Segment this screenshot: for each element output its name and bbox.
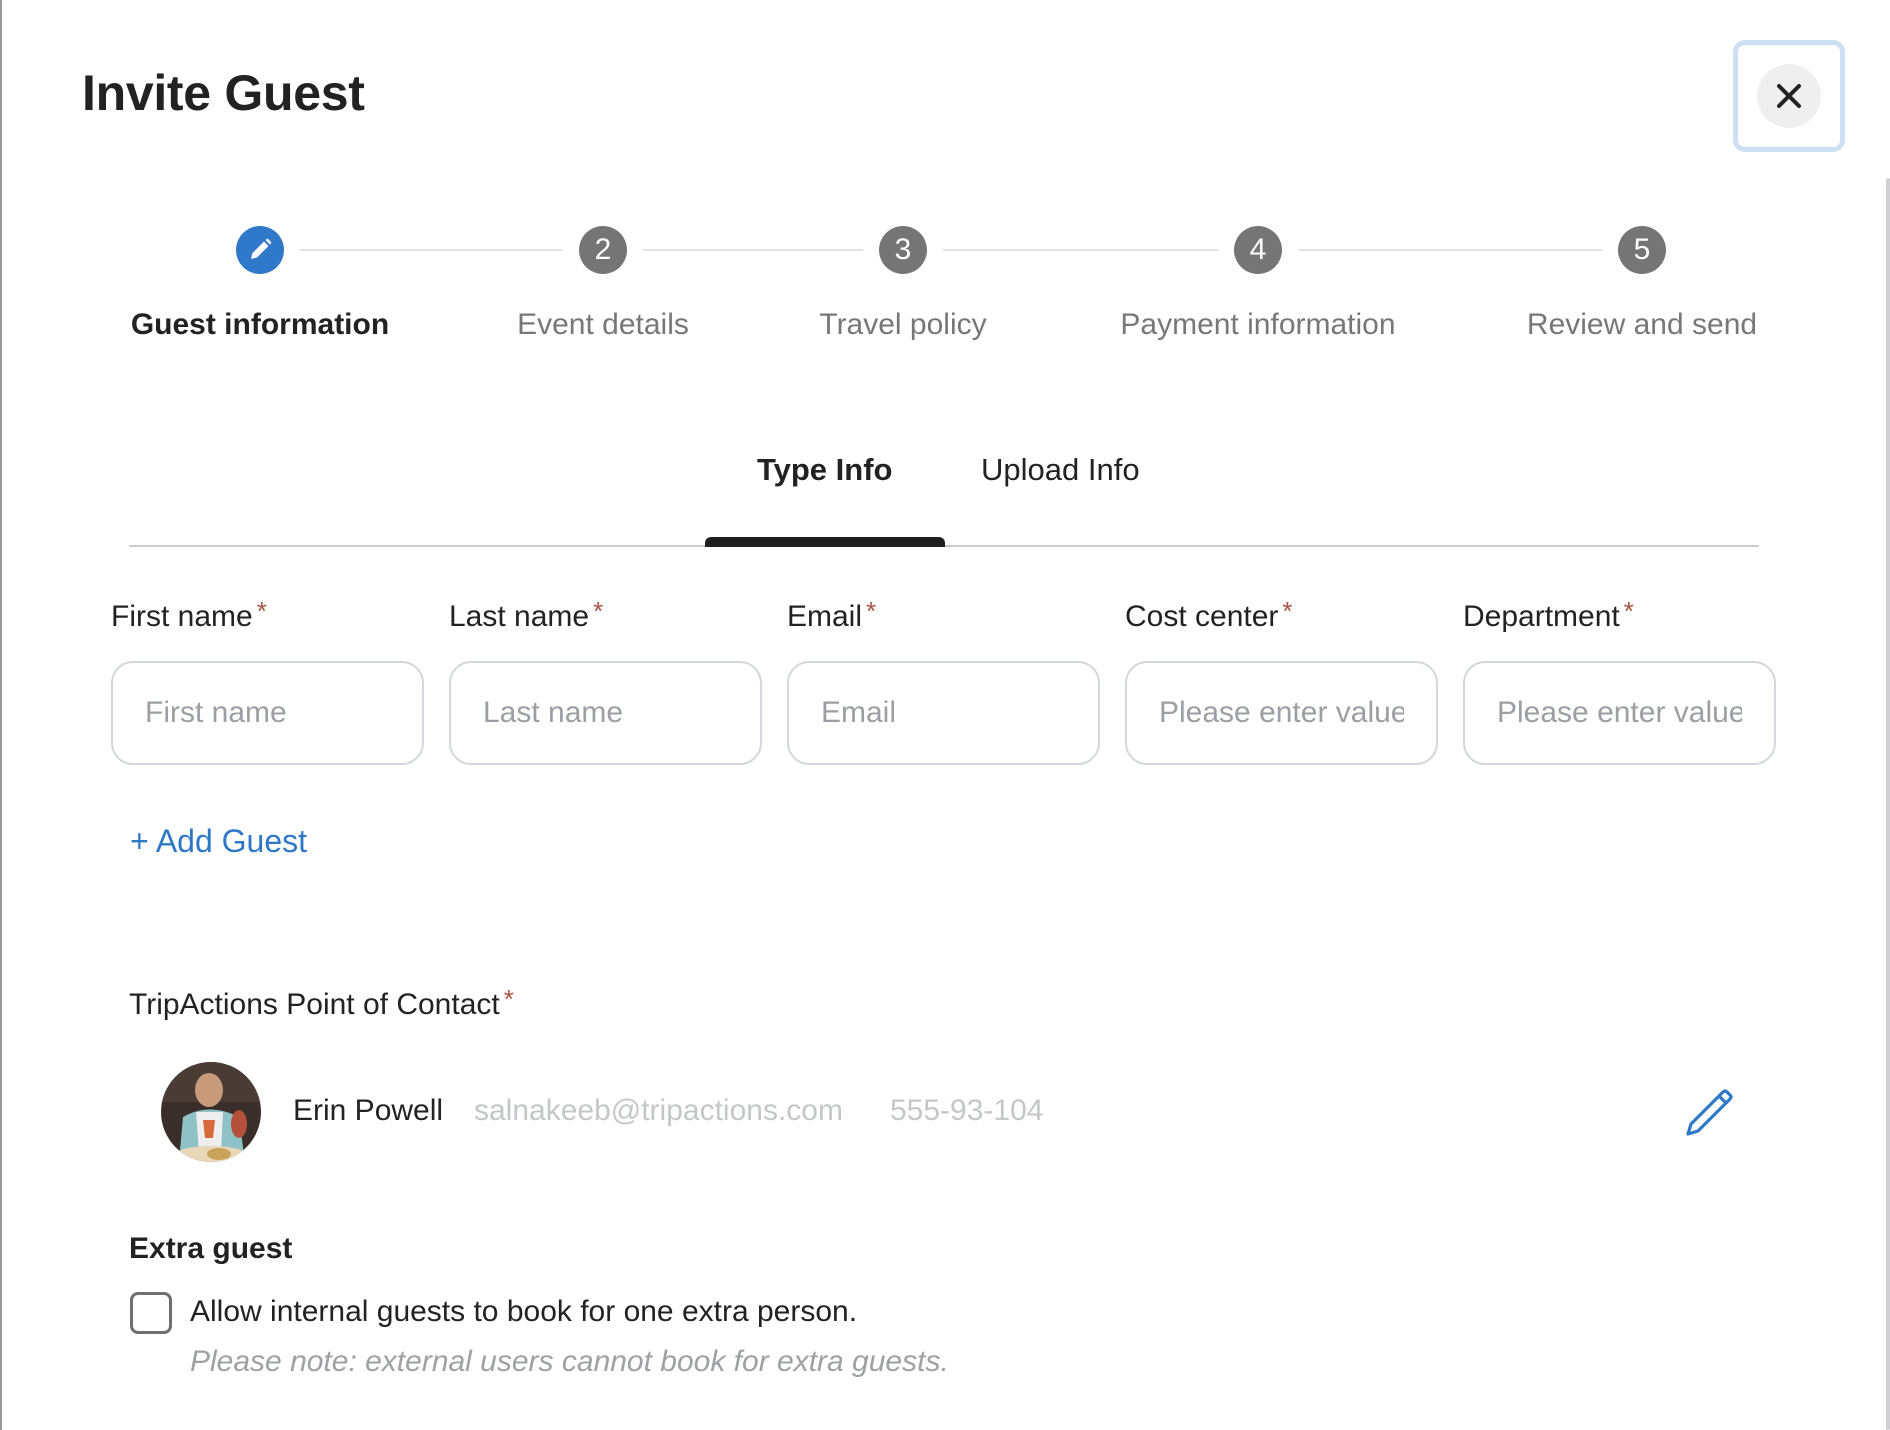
step-label: Review and send [1526,308,1758,341]
email-input[interactable] [787,661,1100,765]
first-name-input[interactable] [111,661,424,765]
close-icon [1757,64,1821,128]
required-asterisk: * [1282,596,1293,626]
last-name-input[interactable] [449,661,762,765]
step-guest-information[interactable]: Guest information [110,226,410,342]
cost-center-input[interactable] [1125,661,1438,765]
step-label: Travel policy [819,308,987,341]
point-of-contact-label: TripActions Point of Contact * [129,984,514,1021]
required-asterisk: * [1623,596,1634,626]
step-review-and-send[interactable]: 5 Review and send [1492,226,1792,342]
contact-name: Erin Powell [293,1094,444,1127]
department-input[interactable] [1463,661,1776,765]
close-button[interactable] [1733,40,1845,152]
step-number: 3 [879,226,927,274]
department-label: Department * [1463,596,1634,633]
contact-email: salnakeeb@tripactions.com [474,1094,843,1127]
last-name-label: Last name * [449,596,604,633]
extra-guest-checkbox[interactable] [130,1292,172,1334]
avatar [161,1062,261,1162]
required-asterisk: * [256,596,267,626]
step-number: 2 [579,226,627,274]
scrollbar[interactable] [1886,178,1890,1430]
step-event-details[interactable]: 2 Event details [453,226,753,342]
dialog-title: Invite Guest [82,65,365,121]
tab-type-info[interactable]: Type Info [757,452,892,488]
extra-guest-checkbox-label[interactable]: Allow internal guests to book for one ex… [190,1295,857,1329]
step-number: 5 [1618,226,1666,274]
required-asterisk: * [593,596,604,626]
step-label: Payment information [1120,308,1396,341]
add-guest-link[interactable]: + Add Guest [130,823,307,860]
required-asterisk: * [866,596,877,626]
step-label: Event details [517,308,689,341]
extra-guest-note: Please note: external users cannot book … [190,1345,949,1378]
window-left-border [0,0,2,1430]
step-label: Guest information [130,308,390,341]
step-travel-policy[interactable]: 3 Travel policy [753,226,1053,342]
step-payment-information[interactable]: 4 Payment information [1108,226,1408,342]
email-label: Email * [787,596,877,633]
pencil-icon [236,226,284,274]
active-tab-indicator [705,537,945,547]
step-number: 4 [1234,226,1282,274]
pencil-icon [1686,1089,1733,1136]
extra-guest-title: Extra guest [129,1232,293,1265]
first-name-label: First name * [111,596,267,633]
tab-upload-info[interactable]: Upload Info [981,452,1140,488]
edit-contact-button[interactable] [1682,1086,1736,1140]
contact-phone: 555-93-104 [890,1094,1044,1127]
required-asterisk: * [503,984,514,1014]
cost-center-label: Cost center * [1125,596,1293,633]
